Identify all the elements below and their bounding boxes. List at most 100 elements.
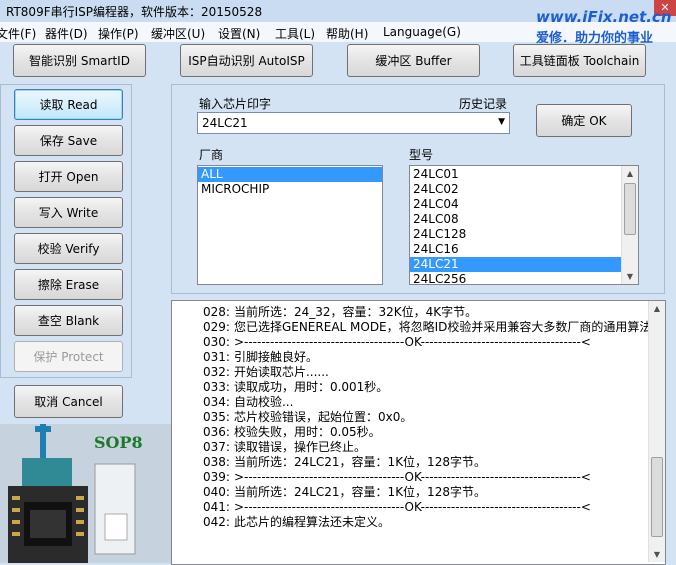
log-line-number: 042:: [203, 515, 230, 529]
log-line: 031: 引脚接触良好。: [172, 350, 665, 365]
vendor-label: 厂商: [199, 148, 224, 162]
log-line-text: 芯片校验错误，起始位置：0x0。: [233, 410, 413, 424]
log-line-text: 您已选择GENEREAL MODE，将忽略ID校验并采用兼容大多数厂商的通用算法…: [233, 320, 664, 334]
log-line: 028: 当前所选：24_32，容量：32K位，4K字节。: [172, 305, 665, 320]
log-line: 041: >-----------------------------------…: [172, 500, 665, 515]
read-button[interactable]: 读取 Read: [14, 89, 123, 120]
log-line-number: 030:: [203, 335, 230, 349]
menu-settings[interactable]: 设置(N): [218, 25, 260, 42]
log-line: 032: 开始读取芯片......: [172, 365, 665, 380]
verify-button[interactable]: 校验 Verify: [14, 233, 123, 264]
smartid-button[interactable]: 智能识别 SmartID: [13, 44, 146, 77]
window-title: RT809F串行ISP编程器，软件版本：20150528: [6, 5, 263, 19]
log-line-number: 040:: [203, 485, 230, 499]
model-item[interactable]: 24LC02: [410, 182, 638, 197]
log-line-number: 037:: [203, 440, 230, 454]
menu-help[interactable]: 帮助(H): [326, 25, 368, 42]
log-line-text: 当前所选：24LC21，容量：1K位，128字节。: [233, 455, 486, 469]
model-item[interactable]: 24LC256: [410, 272, 638, 284]
blank-check-button[interactable]: 查空 Blank: [14, 305, 123, 336]
menu-file[interactable]: 文件(F): [0, 25, 36, 42]
log-line-number: 031:: [203, 350, 230, 364]
vendor-list[interactable]: ALL MICROCHIP: [197, 165, 383, 285]
vendor-item[interactable]: ALL: [198, 167, 382, 182]
menu-tools[interactable]: 工具(L): [275, 25, 315, 42]
model-item[interactable]: 24LC04: [410, 197, 638, 212]
confirm-ok-button[interactable]: 确定 OK: [536, 104, 632, 137]
log-line-number: 036:: [203, 425, 230, 439]
scroll-down-icon[interactable]: ▼: [622, 269, 638, 284]
scrollbar-thumb[interactable]: [651, 457, 663, 537]
log-line-number: 035:: [203, 410, 230, 424]
chevron-down-icon[interactable]: ▼: [498, 117, 505, 127]
menu-buffer[interactable]: 缓冲区(U): [151, 25, 205, 42]
log-line: 029: 您已选择GENEREAL MODE，将忽略ID校验并采用兼容大多数厂商的…: [172, 320, 665, 335]
log-output: 028: 当前所选：24_32，容量：32K位，4K字节。 029: 您已选择GENE…: [171, 300, 666, 565]
log-line-text: 当前所选：24LC21，容量：1K位，128字节。: [233, 485, 486, 499]
log-line-number: 032:: [203, 365, 230, 379]
log-line-text: 校验失败，用时：0.05秒。: [233, 425, 381, 439]
chip-socket-image: SOP8: [0, 424, 171, 563]
log-line-text: 引脚接触良好。: [233, 350, 318, 364]
log-line: 036: 校验失败，用时：0.05秒。: [172, 425, 665, 440]
log-line-number: 028:: [203, 305, 230, 319]
sop8-socket-icon: [0, 424, 171, 563]
open-button[interactable]: 打开 Open: [14, 161, 123, 192]
menu-device[interactable]: 器件(D): [45, 25, 88, 42]
scroll-down-icon[interactable]: ▼: [649, 547, 665, 562]
scroll-up-icon[interactable]: ▲: [649, 301, 665, 316]
menu-language[interactable]: Language(G): [383, 25, 461, 39]
model-item[interactable]: 24LC128: [410, 227, 638, 242]
log-line: 040: 当前所选：24LC21，容量：1K位，128字节。: [172, 485, 665, 500]
save-button[interactable]: 保存 Save: [14, 125, 123, 156]
log-line-text: 当前所选：24_32，容量：32K位，4K字节。: [233, 305, 478, 319]
scroll-up-icon[interactable]: ▲: [622, 166, 638, 181]
log-line: 033: 读取成功，用时：0.001秒。: [172, 380, 665, 395]
log-line: 042: 此芯片的编程算法还未定义。: [172, 515, 665, 530]
log-line-text: 自动校验...: [233, 395, 294, 409]
log-line: 039: >-----------------------------------…: [172, 470, 665, 485]
erase-button[interactable]: 擦除 Erase: [14, 269, 123, 300]
log-line-text: >-------------------------------------OK…: [233, 470, 591, 484]
log-line: 034: 自动校验...: [172, 395, 665, 410]
scrollbar-thumb[interactable]: [624, 183, 636, 235]
chip-marking-label: 输入芯片印字: [199, 97, 272, 111]
log-line-number: 034:: [203, 395, 230, 409]
cancel-button[interactable]: 取消 Cancel: [14, 385, 123, 418]
log-line: 037: 读取错误，操作已终止。: [172, 440, 665, 455]
log-line-text: 开始读取芯片......: [233, 365, 329, 379]
watermark-url: www.iFix.net.cn: [536, 8, 672, 26]
log-line-number: 029:: [203, 320, 230, 334]
protect-button[interactable]: 保护 Protect: [14, 341, 123, 372]
log-line-text: >-------------------------------------OK…: [233, 335, 591, 349]
log-line-text: >-------------------------------------OK…: [233, 500, 591, 514]
chip-marking-value: 24LC21: [202, 116, 248, 130]
model-item[interactable]: 24LC08: [410, 212, 638, 227]
write-button[interactable]: 写入 Write: [14, 197, 123, 228]
model-item[interactable]: 24LC16: [410, 242, 638, 257]
menu-operation[interactable]: 操作(P): [98, 25, 139, 42]
log-line-text: 读取成功，用时：0.001秒。: [233, 380, 389, 394]
autoisp-button[interactable]: ISP自动识别 AutoISP: [180, 44, 313, 77]
log-line-number: 038:: [203, 455, 230, 469]
log-line-number: 041:: [203, 500, 230, 514]
log-line-text: 读取错误，操作已终止。: [233, 440, 366, 454]
log-scrollbar[interactable]: ▲ ▼: [648, 301, 665, 562]
model-item[interactable]: 24LC01: [410, 167, 638, 182]
buffer-button[interactable]: 缓冲区 Buffer: [347, 44, 480, 77]
vendor-item[interactable]: MICROCHIP: [198, 182, 382, 197]
chip-marking-combo[interactable]: 24LC21 ▼: [197, 112, 510, 134]
log-line: 035: 芯片校验错误，起始位置：0x0。: [172, 410, 665, 425]
history-label[interactable]: 历史记录: [459, 95, 507, 112]
model-label: 型号: [409, 148, 434, 162]
log-line-number: 039:: [203, 470, 230, 484]
log-line-text: 此芯片的编程算法还未定义。: [233, 515, 390, 529]
package-label: SOP8: [94, 433, 143, 452]
log-line-number: 033:: [203, 380, 230, 394]
model-list[interactable]: 24LC01 24LC02 24LC04 24LC08 24LC128 24LC…: [409, 165, 639, 285]
toolchain-button[interactable]: 工具链面板 Toolchain: [513, 44, 646, 77]
log-line: 030: >-----------------------------------…: [172, 335, 665, 350]
model-list-scrollbar[interactable]: ▲ ▼: [621, 166, 638, 284]
log-line: 038: 当前所选：24LC21，容量：1K位，128字节。: [172, 455, 665, 470]
model-item-selected[interactable]: 24LC21: [410, 257, 621, 272]
